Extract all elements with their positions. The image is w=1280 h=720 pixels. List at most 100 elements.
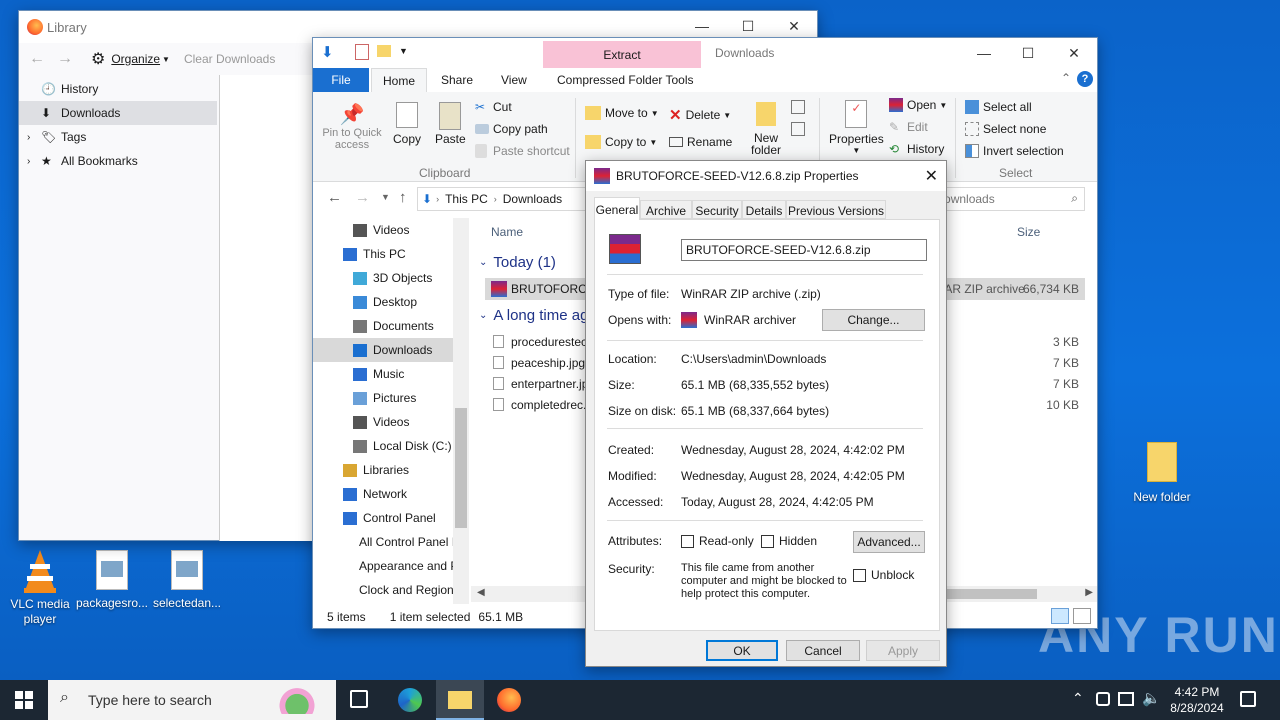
dialog-tab[interactable]: Details — [742, 200, 786, 219]
large-icons-view-icon[interactable] — [1073, 608, 1091, 624]
pin-quick-access-button[interactable]: 📌 Pin to Quick access — [319, 102, 385, 151]
new-folder-button[interactable]: New folder — [749, 102, 783, 156]
scroll-right-icon[interactable]: ▶ — [1085, 587, 1093, 598]
group-header-long-ago[interactable]: ⌄ A long time ago — [479, 307, 597, 324]
open-button[interactable]: Open ▼ — [889, 98, 947, 112]
cut-button[interactable]: ✂ Cut — [475, 100, 512, 114]
file-explorer-taskbar-button[interactable] — [436, 680, 484, 720]
forward-arrow-icon[interactable]: → — [57, 50, 73, 68]
delete-button[interactable]: ✕ Delete ▼ — [669, 106, 731, 124]
desktop-icon-new-folder[interactable]: New folder — [1122, 442, 1202, 504]
column-header-name[interactable]: Name — [491, 225, 523, 239]
close-button[interactable]: ✕ — [1051, 38, 1097, 68]
firefox-icon[interactable] — [497, 688, 521, 712]
nav-item[interactable]: Libraries — [313, 458, 453, 482]
clear-downloads-button[interactable]: Clear Downloads — [184, 52, 275, 66]
rename-button[interactable]: Rename — [669, 135, 732, 149]
tab-home[interactable]: Home — [371, 68, 427, 93]
volume-icon[interactable]: 🔈 — [1142, 689, 1161, 707]
chevron-up-icon[interactable]: ⌃ — [1072, 690, 1084, 707]
scroll-thumb[interactable] — [455, 408, 467, 528]
properties-button[interactable]: ✓ Properties ▼ — [829, 100, 884, 155]
ok-button[interactable]: OK — [706, 640, 778, 661]
desktop-icon-packages[interactable]: packagesro... — [72, 550, 152, 610]
nav-scrollbar[interactable] — [453, 218, 469, 604]
details-view-icon[interactable] — [1051, 608, 1069, 624]
chevron-down-icon[interactable]: ▼ — [399, 46, 408, 56]
tab-view[interactable]: View — [501, 73, 527, 87]
organize-button[interactable]: Organize — [111, 52, 160, 66]
change-button[interactable]: Change... — [822, 309, 925, 331]
copy-to-button[interactable]: Copy to ▼ — [585, 135, 657, 149]
copy-path-button[interactable]: Copy path — [475, 122, 548, 136]
expand-arrow-icon[interactable]: › — [27, 132, 41, 143]
apply-button[interactable]: Apply — [866, 640, 940, 661]
minimize-button[interactable]: — — [961, 38, 1007, 68]
library-item-downloads[interactable]: ⬇ Downloads — [19, 101, 217, 125]
move-to-button[interactable]: Move to ▼ — [585, 106, 659, 120]
back-arrow-icon[interactable]: ← — [29, 50, 45, 68]
nav-item[interactable]: Control Panel — [313, 506, 453, 530]
column-header-size[interactable]: Size — [1017, 225, 1040, 239]
nav-item[interactable]: Music — [313, 362, 453, 386]
history-button[interactable]: ⟲ History — [889, 142, 944, 156]
expand-arrow-icon[interactable]: › — [27, 156, 41, 167]
new-item-icon[interactable] — [791, 100, 805, 114]
paste-shortcut-button[interactable]: Paste shortcut — [475, 144, 570, 158]
clock[interactable]: 4:42 PM 8/28/2024 — [1160, 684, 1234, 716]
nav-item[interactable]: Desktop — [313, 290, 453, 314]
unblock-checkbox[interactable]: Unblock — [853, 568, 914, 582]
edit-button[interactable]: ✎ Edit — [889, 120, 928, 134]
dialog-tab[interactable]: Archive — [640, 200, 692, 219]
hidden-checkbox[interactable]: Hidden — [761, 534, 817, 548]
tab-file[interactable]: File — [313, 68, 369, 92]
edge-icon[interactable] — [398, 688, 422, 712]
copy-button[interactable]: Copy — [393, 102, 421, 146]
search-box[interactable]: Search Downloads ⌕ — [894, 187, 1085, 211]
dialog-tab[interactable]: Security — [692, 200, 742, 219]
library-item-tags[interactable]: › 🏷 Tags — [19, 125, 217, 149]
breadcrumb-downloads[interactable]: Downloads — [503, 192, 562, 206]
folder-icon[interactable] — [377, 45, 391, 57]
close-icon[interactable]: ✕ — [925, 166, 938, 186]
taskbar-search[interactable]: ⌕ Type here to search — [48, 680, 336, 720]
nav-item[interactable]: Videos — [313, 218, 453, 242]
breadcrumb[interactable]: ⬇ › This PC › Downloads — [417, 187, 587, 211]
easy-access-icon[interactable] — [791, 122, 805, 136]
nav-item[interactable]: Pictures — [313, 386, 453, 410]
collapse-ribbon-icon[interactable]: ⌃ — [1061, 71, 1071, 85]
select-all-button[interactable]: Select all — [965, 100, 1032, 114]
ethernet-icon[interactable] — [1118, 692, 1134, 706]
filename-field[interactable]: BRUTOFORCE-SEED-V12.6.8.zip — [681, 239, 927, 261]
start-button[interactable] — [0, 680, 48, 720]
desktop-icon-vlc[interactable]: VLC media player — [0, 548, 80, 627]
nav-item[interactable]: This PC — [313, 242, 453, 266]
cancel-button[interactable]: Cancel — [786, 640, 860, 661]
nav-item[interactable]: Local Disk (C:) — [313, 434, 453, 458]
nav-item[interactable]: Appearance and Personalization — [313, 554, 469, 578]
properties-qa-icon[interactable] — [355, 44, 369, 60]
notification-icon[interactable] — [1240, 691, 1256, 707]
context-tab-extract[interactable]: Extract — [543, 41, 701, 68]
maximize-button[interactable]: ☐ — [1005, 38, 1051, 68]
back-arrow-icon[interactable]: ← — [327, 189, 342, 206]
task-view-icon[interactable] — [350, 690, 368, 708]
paste-button[interactable]: Paste — [435, 102, 466, 146]
library-item-history[interactable]: 🕘 History — [19, 77, 217, 101]
nav-item[interactable]: 3D Objects — [313, 266, 453, 290]
desktop-icon-selected[interactable]: selectedan... — [147, 550, 227, 610]
group-header-today[interactable]: ⌄ Today (1) — [479, 254, 556, 271]
nav-item[interactable]: Videos — [313, 410, 453, 434]
dialog-tab[interactable]: Previous Versions — [786, 200, 886, 219]
nav-item[interactable]: Clock and Region — [313, 578, 454, 602]
readonly-checkbox[interactable]: Read-only — [681, 534, 754, 548]
select-none-button[interactable]: Select none — [965, 122, 1046, 136]
nav-item[interactable]: All Control Panel Items — [313, 530, 469, 554]
invert-selection-button[interactable]: Invert selection — [965, 144, 1064, 158]
dialog-tab[interactable]: General — [594, 197, 640, 220]
tab-share[interactable]: Share — [441, 73, 473, 87]
up-arrow-icon[interactable]: ↑ — [399, 189, 407, 206]
nav-item[interactable]: Network — [313, 482, 453, 506]
scroll-left-icon[interactable]: ◀ — [477, 587, 485, 598]
library-item-bookmarks[interactable]: › ★ All Bookmarks — [19, 149, 217, 173]
